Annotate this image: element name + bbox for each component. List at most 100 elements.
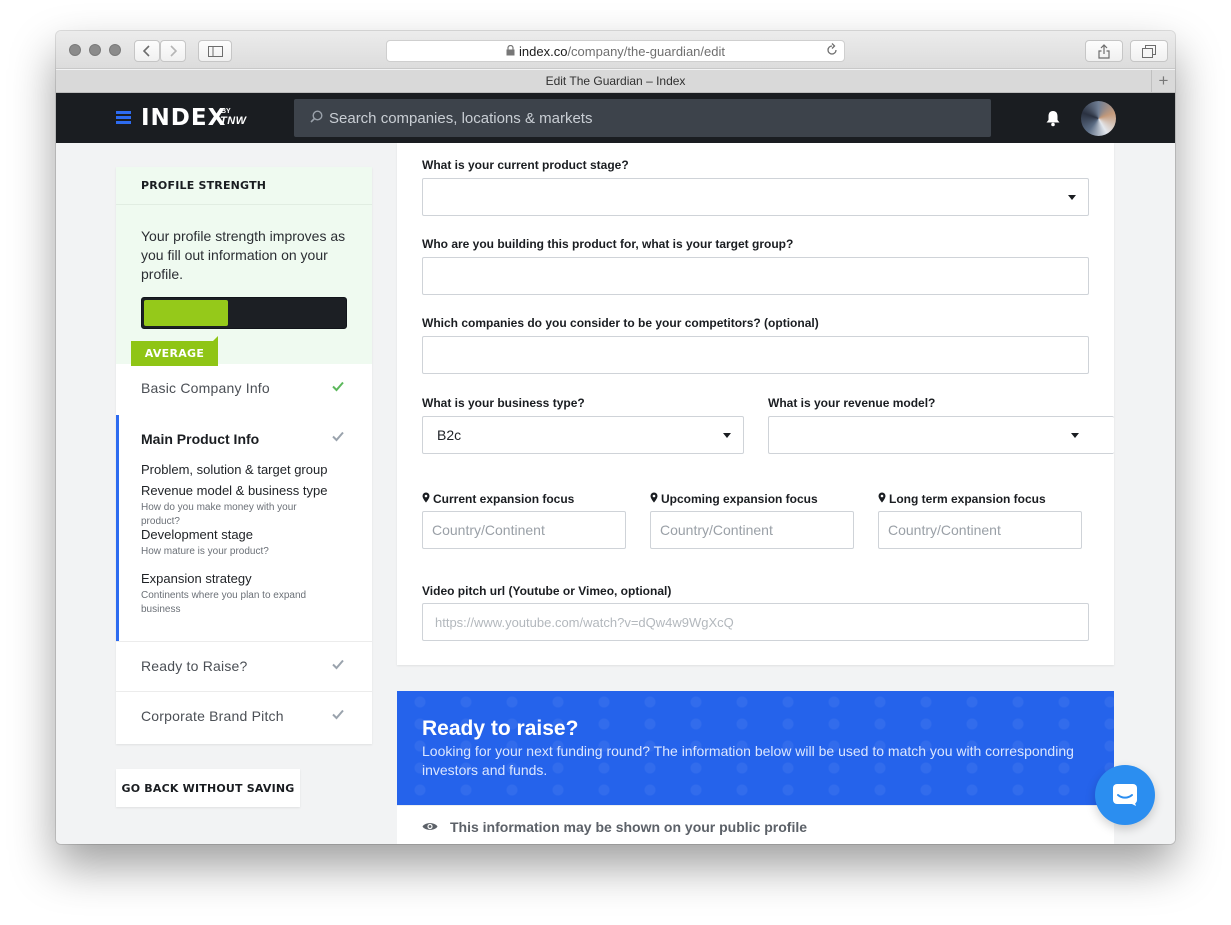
chevron-left-icon — [143, 45, 150, 57]
address-bar[interactable]: index.co/company/the-guardian/edit — [386, 40, 845, 62]
location-pin-icon — [422, 492, 430, 503]
ready-to-raise-title: Ready to raise? — [422, 717, 579, 740]
sidebar-icon — [207, 45, 223, 57]
current-expansion-label: Current expansion focus — [422, 492, 574, 506]
search-icon — [310, 109, 323, 127]
menu-icon[interactable] — [116, 111, 131, 125]
forward-button[interactable] — [160, 40, 186, 62]
main-product-form: What is your current product stage? Who … — [397, 143, 1114, 665]
bell-icon[interactable] — [1045, 109, 1061, 127]
new-tab-button[interactable]: + — [1151, 70, 1175, 92]
chevron-right-icon — [170, 45, 177, 57]
lock-icon — [506, 44, 515, 59]
check-icon — [332, 431, 344, 442]
nav-subitem-hint: How mature is your product? — [141, 546, 269, 557]
tab-bar: Edit The Guardian – Index + — [56, 70, 1175, 93]
competitors-label: Which companies do you consider to be yo… — [422, 316, 819, 330]
chat-icon — [1113, 784, 1137, 806]
nav-corporate-brand-pitch[interactable]: Corporate Brand Pitch — [116, 691, 372, 741]
minimize-window-button[interactable] — [89, 44, 101, 56]
nav-subitem-development[interactable]: Development stage — [141, 527, 253, 542]
target-group-label: Who are you building this product for, w… — [422, 237, 794, 251]
nav-subitem-expansion[interactable]: Expansion strategy — [141, 571, 252, 586]
tabs-overview-button[interactable] — [1130, 40, 1168, 62]
nav-label: Ready to Raise? — [141, 658, 248, 674]
video-pitch-placeholder: https://www.youtube.com/watch?v=dQw4w9Wg… — [435, 614, 734, 630]
logo-by: BY — [221, 108, 231, 115]
plus-icon: + — [1158, 71, 1169, 90]
tabs-icon — [1142, 44, 1156, 58]
profile-strength-title: PROFILE STRENGTH — [141, 179, 267, 192]
competitors-input[interactable] — [422, 336, 1089, 374]
page-content: PROFILE STRENGTH Your profile strength i… — [56, 143, 1175, 844]
reload-icon[interactable] — [826, 43, 838, 60]
nav-basic-company-info[interactable]: Basic Company Info — [116, 364, 372, 414]
revenue-model-label: What is your revenue model? — [768, 396, 936, 410]
nav-subitem-hint: How do you make money with your product? — [141, 502, 297, 527]
nav-subitem-problem[interactable]: Problem, solution & target group — [141, 462, 327, 477]
video-pitch-input[interactable]: https://www.youtube.com/watch?v=dQw4w9Wg… — [422, 603, 1089, 641]
video-pitch-label: Video pitch url (Youtube or Vimeo, optio… — [422, 584, 672, 598]
longterm-expansion-input[interactable]: Country/Continent — [878, 511, 1082, 549]
location-pin-icon — [650, 492, 658, 503]
public-profile-note-text: This information may be shown on your pu… — [450, 819, 808, 835]
business-type-select[interactable]: B2c — [422, 416, 744, 454]
caret-down-icon — [723, 433, 731, 438]
close-window-button[interactable] — [69, 44, 81, 56]
back-button[interactable] — [134, 40, 160, 62]
country-placeholder: Country/Continent — [432, 522, 545, 538]
check-icon — [332, 381, 344, 392]
check-icon — [332, 659, 344, 670]
business-type-value: B2c — [437, 427, 462, 443]
nav-label: Corporate Brand Pitch — [141, 708, 284, 724]
browser-window: index.co/company/the-guardian/edit Edit … — [56, 31, 1175, 844]
upcoming-expansion-label: Upcoming expansion focus — [650, 492, 818, 506]
search-input[interactable]: Search companies, locations & markets — [294, 99, 991, 137]
nav-ready-to-raise[interactable]: Ready to Raise? — [116, 641, 372, 691]
url-path: /company/the-guardian/edit — [567, 43, 725, 59]
nav-label: Main Product Info — [141, 431, 260, 447]
caret-down-icon — [1068, 195, 1076, 200]
url-host: index.co — [519, 43, 568, 59]
revenue-model-select[interactable] — [768, 416, 1114, 454]
product-stage-select[interactable] — [422, 178, 1089, 216]
ready-to-raise-banner: Ready to raise? Looking for your next fu… — [397, 691, 1114, 805]
site-header: INDEX BY TNW Search companies, locations… — [56, 93, 1175, 143]
profile-strength-bar — [141, 297, 347, 329]
profile-strength-panel: PROFILE STRENGTH Your profile strength i… — [116, 167, 372, 366]
sidebar-toggle-button[interactable] — [198, 40, 232, 62]
divider — [116, 204, 372, 205]
avatar[interactable] — [1081, 101, 1116, 136]
current-expansion-label-text: Current expansion focus — [433, 492, 575, 506]
longterm-expansion-label-text: Long term expansion focus — [889, 492, 1046, 506]
chat-launcher-button[interactable] — [1095, 765, 1155, 825]
country-placeholder: Country/Continent — [888, 522, 1001, 538]
public-profile-note: This information may be shown on your pu… — [397, 805, 1114, 844]
share-icon — [1098, 43, 1110, 59]
profile-strength-description: Your profile strength improves as you fi… — [141, 228, 346, 282]
current-expansion-input[interactable]: Country/Continent — [422, 511, 626, 549]
zoom-window-button[interactable] — [109, 44, 121, 56]
tab-title[interactable]: Edit The Guardian – Index — [546, 74, 686, 88]
nav-subitem-revenue[interactable]: Revenue model & business type — [141, 483, 327, 498]
logo-brand: TNW — [220, 115, 247, 127]
target-group-input[interactable] — [422, 257, 1089, 295]
longterm-expansion-label: Long term expansion focus — [878, 492, 1046, 506]
location-pin-icon — [878, 492, 886, 503]
product-stage-label: What is your current product stage? — [422, 158, 629, 172]
check-icon — [332, 709, 344, 720]
upcoming-expansion-input[interactable]: Country/Continent — [650, 511, 854, 549]
logo[interactable]: INDEX — [141, 105, 226, 131]
search-placeholder: Search companies, locations & markets — [329, 109, 593, 127]
go-back-without-saving-button[interactable]: GO BACK WITHOUT SAVING — [116, 769, 300, 807]
caret-down-icon — [1071, 433, 1079, 438]
nav-main-product-info[interactable]: Main Product Info Problem, solution & ta… — [116, 415, 372, 641]
nav-label: Basic Company Info — [141, 380, 270, 396]
share-button[interactable] — [1085, 40, 1123, 62]
eye-icon — [422, 823, 438, 830]
browser-toolbar: index.co/company/the-guardian/edit — [56, 31, 1175, 69]
business-type-label: What is your business type? — [422, 396, 585, 410]
profile-strength-fill — [144, 300, 228, 326]
country-placeholder: Country/Continent — [660, 522, 773, 538]
profile-strength-card: PROFILE STRENGTH Your profile strength i… — [116, 167, 372, 744]
